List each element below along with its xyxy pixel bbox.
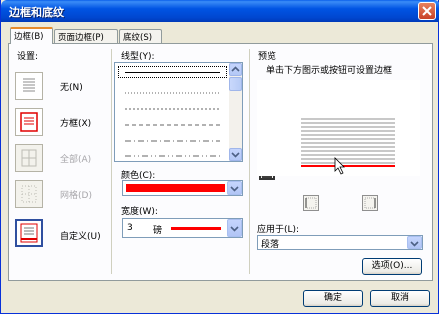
width-dropdown-button[interactable] <box>227 219 242 237</box>
line-style-scrollbar[interactable] <box>229 63 242 161</box>
setting-grid-button[interactable] <box>15 180 43 208</box>
scroll-down-button[interactable] <box>229 148 242 161</box>
right-border-button[interactable] <box>362 195 378 211</box>
line-style-options[interactable] <box>115 63 230 163</box>
border-left-icon <box>305 197 317 209</box>
setting-all-button[interactable] <box>15 144 43 172</box>
border-custom-icon <box>20 223 38 243</box>
options-button-label: 选项(O)... <box>371 261 413 271</box>
border-none-icon <box>23 78 35 92</box>
tab-shading[interactable]: 底纹(S) <box>119 29 162 43</box>
ok-button[interactable]: 确定 <box>303 290 363 307</box>
arrow-down-icon <box>231 152 240 158</box>
line-style-list[interactable] <box>114 62 243 162</box>
width-line-sample <box>171 227 221 230</box>
setting-custom-button[interactable] <box>15 219 43 247</box>
cancel-button[interactable]: 取消 <box>370 290 430 307</box>
width-unit: 磅 <box>153 226 163 236</box>
title-bar[interactable]: 边框和底纹 <box>1 0 439 22</box>
settings-heading: 设置: <box>17 52 39 62</box>
color-swatch <box>126 184 225 192</box>
chevron-down-icon <box>410 241 419 247</box>
mouse-cursor-icon <box>334 157 345 175</box>
chevron-down-icon <box>230 226 239 232</box>
close-button[interactable] <box>418 2 436 20</box>
border-box-icon <box>20 112 38 132</box>
setting-none-label[interactable]: 无(N) <box>60 80 83 93</box>
width-value: 3 <box>127 223 133 233</box>
apply-to-dropdown[interactable]: 段落 <box>257 235 423 250</box>
setting-none-button[interactable] <box>15 72 43 100</box>
ok-button-label: 确定 <box>323 293 342 303</box>
tab-page-border-label: 页面边框(P) <box>58 33 104 43</box>
border-grid-icon <box>21 185 37 203</box>
line-style-label: 线型(Y): <box>121 52 155 62</box>
cancel-button-label: 取消 <box>390 293 409 303</box>
divider-right <box>249 49 250 274</box>
preview-heading: 预览 <box>258 52 277 62</box>
tab-shading-label: 底纹(S) <box>123 33 153 43</box>
options-button[interactable]: 选项(O)... <box>362 258 422 275</box>
setting-box-label[interactable]: 方框(X) <box>60 116 91 129</box>
color-dropdown-button[interactable] <box>227 181 242 195</box>
tab-page-border[interactable]: 页面边框(P) <box>54 29 118 43</box>
color-dropdown[interactable] <box>122 180 243 196</box>
width-dropdown[interactable]: 3 磅 <box>122 218 243 238</box>
setting-grid-label: 网格(D) <box>60 191 92 201</box>
preview-hint: 单击下方图示或按钮可设置边框 <box>266 66 393 76</box>
setting-custom-label[interactable]: 自定义(U) <box>60 229 101 242</box>
scroll-thumb[interactable] <box>229 77 242 91</box>
scroll-up-button[interactable] <box>229 63 242 76</box>
preview-document-lines[interactable] <box>257 80 420 176</box>
chevron-down-icon <box>230 186 239 192</box>
borders-shading-dialog: 边框和底纹 边框(B) 页面边框(P) 底纹(S) 设置: 无(N) 方框(X)… <box>0 0 439 314</box>
apply-to-label: 应用于(L): <box>257 225 300 235</box>
window-title: 边框和底纹 <box>9 6 64 19</box>
tab-borders-label: 边框(B) <box>14 32 44 42</box>
border-right-icon <box>364 197 376 209</box>
apply-to-value: 段落 <box>261 240 280 250</box>
apply-to-dropdown-button[interactable] <box>407 236 422 249</box>
tab-borders[interactable]: 边框(B) <box>10 27 53 44</box>
setting-box-button[interactable] <box>15 108 43 136</box>
preview-bottom-border <box>301 165 395 167</box>
left-border-button[interactable] <box>303 195 319 211</box>
arrow-up-icon <box>231 66 240 72</box>
close-icon <box>422 6 432 16</box>
setting-all-label: 全部(A) <box>60 155 92 165</box>
width-label: 宽度(W): <box>121 207 158 217</box>
preview-area[interactable] <box>257 80 420 176</box>
border-all-icon <box>21 149 37 167</box>
divider-left <box>111 49 112 274</box>
